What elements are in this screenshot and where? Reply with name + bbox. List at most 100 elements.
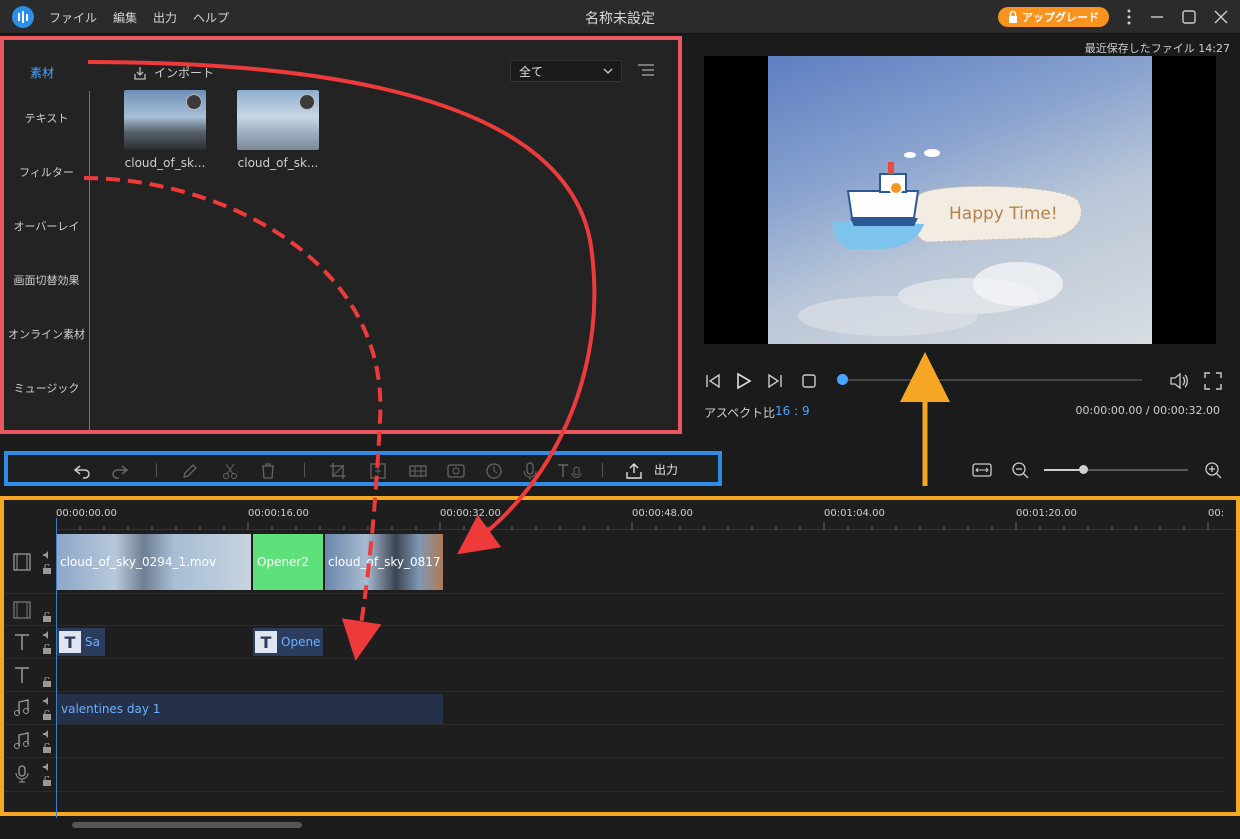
text-track: [4, 659, 1224, 692]
fullscreen-icon[interactable]: [1202, 370, 1224, 392]
title-clip-label: Sa: [85, 635, 100, 649]
track-lock-icon[interactable]: [42, 677, 52, 687]
preview-frame: Happy Time!: [768, 56, 1152, 344]
next-frame-icon[interactable]: [764, 370, 786, 392]
play-icon[interactable]: [732, 370, 754, 392]
upgrade-button[interactable]: アップグレード: [998, 7, 1109, 27]
playhead[interactable]: [56, 518, 57, 818]
media-library-panel: 素材 インポート 全て テキスト フィルター オーバーレイ 画面切替効果 オンラ…: [0, 36, 682, 434]
list-view-icon[interactable]: [636, 62, 656, 78]
minimize-icon[interactable]: [1146, 6, 1168, 28]
timeline-panel: 00:00:00.00 00:00:16.00 00:00:32.00 00:0…: [0, 496, 1240, 818]
tab-text[interactable]: テキスト: [4, 91, 89, 145]
zoom-in-icon[interactable]: [1203, 460, 1223, 480]
freeze-icon[interactable]: [446, 461, 466, 481]
zoom-out-icon[interactable]: [1010, 460, 1030, 480]
media-filter-select[interactable]: 全て: [510, 60, 622, 82]
fit-icon[interactable]: [972, 460, 992, 480]
track-lock-icon[interactable]: [42, 564, 52, 574]
track-volume-icon[interactable]: [42, 696, 52, 706]
maximize-icon[interactable]: [1178, 6, 1200, 28]
volume-icon[interactable]: [1168, 370, 1190, 392]
import-button[interactable]: インポート: [132, 64, 214, 81]
video-clip[interactable]: cloud_of_sky_0817: [325, 534, 443, 590]
tab-online-media[interactable]: オンライン素材: [4, 307, 89, 361]
title-bar: ファイル 編集 出力 ヘルプ 名称未設定 アップグレード: [0, 0, 1240, 34]
media-thumbnail: [124, 90, 206, 150]
clip-label: Opener2: [257, 555, 310, 569]
export-label[interactable]: 出力: [654, 461, 678, 478]
mosaic-icon[interactable]: [408, 461, 428, 481]
ruler-ticks: [56, 522, 1209, 530]
video-clip[interactable]: cloud_of_sky_0294_1.mov: [57, 534, 251, 590]
timecode: 00:00:00.00 / 00:00:32.00: [1075, 404, 1221, 417]
title-clip-icon: T: [59, 631, 81, 653]
audio-clip[interactable]: valentines day 1: [57, 694, 443, 724]
cut-icon[interactable]: [220, 461, 240, 481]
voiceover-icon[interactable]: [520, 461, 540, 481]
edit-toolbar: 出力: [4, 451, 722, 486]
close-icon[interactable]: [1210, 6, 1232, 28]
chevron-down-icon: [603, 67, 613, 75]
prev-frame-icon[interactable]: [702, 370, 724, 392]
tab-music[interactable]: ミュージック: [4, 361, 89, 415]
track-lock-icon[interactable]: [42, 743, 52, 753]
music-track: valentines day 1: [4, 692, 1224, 725]
tab-overlay[interactable]: オーバーレイ: [4, 199, 89, 253]
preview-window: Happy Time!: [704, 56, 1216, 344]
music-track-icon: [12, 731, 32, 751]
clip-label: cloud_of_sky_0817: [328, 555, 441, 569]
timeline-scrollbar-thumb[interactable]: [72, 822, 302, 828]
redo-icon[interactable]: [110, 461, 130, 481]
track-volume-icon[interactable]: [42, 762, 52, 772]
toolbar-divider: [602, 463, 603, 477]
delete-icon[interactable]: [258, 461, 278, 481]
film-track-icon: [12, 600, 32, 620]
zoom-icon[interactable]: [368, 461, 388, 481]
tab-filter[interactable]: フィルター: [4, 145, 89, 199]
track-lock-icon[interactable]: [42, 776, 52, 786]
filter-value: 全て: [519, 64, 544, 79]
undo-icon[interactable]: [72, 461, 92, 481]
track-volume-icon[interactable]: [42, 729, 52, 739]
media-label: cloud_of_sk...: [237, 156, 319, 170]
media-thumbnail: [237, 90, 319, 150]
last-saved-info: 最近保存したファイル 14:27: [1084, 42, 1230, 55]
timeline-ruler[interactable]: 00:00:00.00 00:00:16.00 00:00:32.00 00:0…: [56, 504, 1236, 530]
mic-track-icon: [12, 764, 32, 784]
import-icon: [132, 65, 148, 81]
aspect-ratio-label: アスペクト比: [704, 406, 776, 420]
track-lock-icon[interactable]: [42, 612, 52, 622]
track-lock-icon[interactable]: [42, 644, 52, 654]
video-clip[interactable]: Opener2: [253, 534, 323, 590]
more-icon[interactable]: [1118, 6, 1140, 28]
media-item[interactable]: cloud_of_sk...: [237, 90, 319, 170]
lock-icon: [1008, 11, 1018, 23]
text-to-speech-icon[interactable]: [556, 461, 586, 481]
title-clip[interactable]: T Opene: [253, 628, 323, 656]
crop-icon[interactable]: [328, 461, 348, 481]
seek-bar[interactable]: [842, 379, 1142, 381]
track-volume-icon[interactable]: [42, 630, 52, 640]
video-badge-icon: [186, 94, 202, 110]
stop-icon[interactable]: [798, 370, 820, 392]
aspect-ratio-value[interactable]: 16 : 9: [775, 404, 810, 418]
track-volume-icon[interactable]: [42, 550, 52, 560]
media-item[interactable]: cloud_of_sk...: [124, 90, 206, 170]
duration-icon[interactable]: [484, 461, 504, 481]
music-track: [4, 725, 1224, 758]
music-track-icon: [12, 698, 32, 718]
upgrade-label: アップグレード: [1022, 11, 1099, 24]
tab-media[interactable]: 素材: [30, 64, 54, 81]
import-label: インポート: [154, 66, 215, 80]
seek-handle[interactable]: [837, 374, 848, 385]
media-label: cloud_of_sk...: [124, 156, 206, 170]
edit-icon[interactable]: [180, 461, 200, 481]
tab-transition[interactable]: 画面切替効果: [4, 253, 89, 307]
title-clip[interactable]: T Sa: [57, 628, 105, 656]
text-track: T Sa T Opene: [4, 626, 1224, 659]
export-icon[interactable]: [624, 461, 644, 481]
film-track-icon: [12, 552, 32, 572]
zoom-slider-handle[interactable]: [1079, 465, 1088, 474]
track-lock-icon[interactable]: [42, 710, 52, 720]
